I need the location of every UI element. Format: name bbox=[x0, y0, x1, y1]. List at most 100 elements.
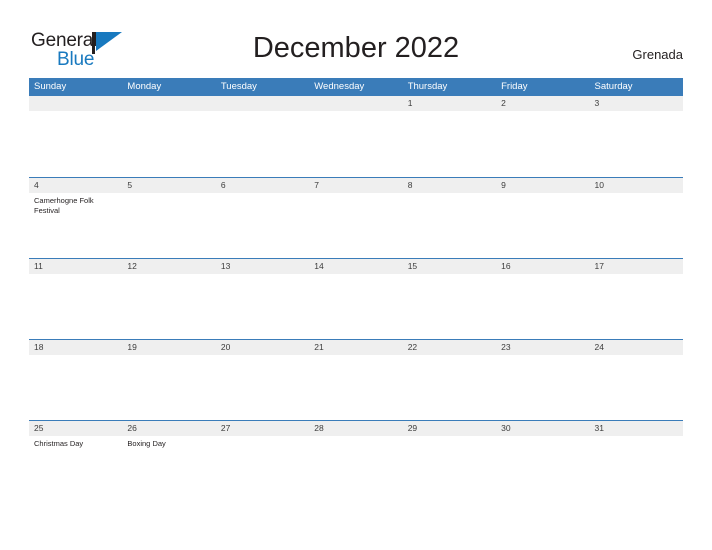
day-number[interactable]: 5 bbox=[122, 178, 215, 193]
day-number-band: 18 19 20 21 22 23 24 bbox=[29, 340, 683, 355]
day-number[interactable]: 7 bbox=[309, 178, 402, 193]
day-cell bbox=[590, 274, 683, 339]
calendar-week-row: 11 12 13 14 15 16 17 bbox=[29, 258, 683, 339]
country-label: Grenada bbox=[632, 47, 683, 62]
day-cell bbox=[590, 355, 683, 420]
day-number[interactable]: 29 bbox=[403, 421, 496, 436]
weekday-header-saturday: Saturday bbox=[594, 81, 633, 92]
day-number[interactable]: 27 bbox=[216, 421, 309, 436]
day-cell bbox=[309, 111, 402, 176]
day-number[interactable]: 15 bbox=[403, 259, 496, 274]
day-number bbox=[309, 96, 402, 111]
day-number[interactable]: 11 bbox=[29, 259, 122, 274]
day-number[interactable]: 3 bbox=[590, 96, 683, 111]
day-cell bbox=[496, 436, 589, 501]
weekday-header-friday: Friday bbox=[501, 81, 528, 92]
day-event-label: Christmas Day bbox=[34, 439, 84, 448]
day-cell: Christmas Day bbox=[29, 436, 122, 501]
day-cell bbox=[122, 193, 215, 258]
day-event-label: Boxing Day bbox=[127, 439, 166, 448]
day-number bbox=[29, 96, 122, 111]
day-cell bbox=[309, 274, 402, 339]
day-number[interactable]: 30 bbox=[496, 421, 589, 436]
day-cell bbox=[496, 111, 589, 176]
day-number[interactable]: 22 bbox=[403, 340, 496, 355]
day-number[interactable]: 18 bbox=[29, 340, 122, 355]
day-number-band: 11 12 13 14 15 16 17 bbox=[29, 259, 683, 274]
day-number[interactable]: 26 bbox=[122, 421, 215, 436]
day-cell bbox=[496, 193, 589, 258]
day-number bbox=[216, 96, 309, 111]
day-cell: Boxing Day bbox=[122, 436, 215, 501]
day-number[interactable]: 6 bbox=[216, 178, 309, 193]
day-number[interactable]: 19 bbox=[122, 340, 215, 355]
day-cell bbox=[496, 274, 589, 339]
day-cell bbox=[403, 274, 496, 339]
day-cell bbox=[403, 355, 496, 420]
page-title: December 2022 bbox=[252, 32, 460, 64]
calendar-week-row: 4 5 6 7 8 9 10 Camerhogne Folk Festival bbox=[29, 177, 683, 258]
calendar-week-row: 25 26 27 28 29 30 31 Christmas Day Boxing Day bbox=[29, 420, 683, 501]
day-events-band bbox=[29, 355, 683, 420]
day-number-band: 123 bbox=[29, 96, 683, 111]
day-cell bbox=[216, 111, 309, 176]
day-number bbox=[122, 96, 215, 111]
day-events-band: Camerhogne Folk Festival bbox=[29, 193, 683, 258]
weekday-header-sunday: Sunday bbox=[34, 81, 67, 92]
day-cell bbox=[590, 111, 683, 176]
day-number[interactable]: 8 bbox=[403, 178, 496, 193]
day-cell bbox=[216, 274, 309, 339]
day-number[interactable]: 31 bbox=[590, 421, 683, 436]
calendar-week-row: 123 bbox=[29, 96, 683, 177]
day-cell bbox=[122, 274, 215, 339]
day-number[interactable]: 16 bbox=[496, 259, 589, 274]
day-number[interactable]: 23 bbox=[496, 340, 589, 355]
calendar-grid: Sunday Monday Tuesday Wednesday Thursday… bbox=[29, 78, 683, 501]
day-cell bbox=[496, 355, 589, 420]
day-number[interactable]: 17 bbox=[590, 259, 683, 274]
day-number[interactable]: 21 bbox=[309, 340, 402, 355]
day-number[interactable]: 25 bbox=[29, 421, 122, 436]
day-cell bbox=[216, 355, 309, 420]
calendar-weeks: 1 2 3 4 5 6 7 8 9 10 Camerhogne Folk Festival 11 12 1… bbox=[29, 96, 683, 501]
day-number-band: 4 5 6 7 8 9 10 bbox=[29, 178, 683, 193]
day-number[interactable]: 28 bbox=[309, 421, 402, 436]
day-event-label: Camerhogne Folk Festival bbox=[34, 196, 94, 215]
day-cell bbox=[309, 193, 402, 258]
day-cell: Camerhogne Folk Festival bbox=[29, 193, 122, 258]
day-number[interactable]: 10 bbox=[590, 178, 683, 193]
day-number[interactable]: 14 bbox=[309, 259, 402, 274]
day-number[interactable]: 20 bbox=[216, 340, 309, 355]
day-cell bbox=[403, 193, 496, 258]
day-cell bbox=[29, 274, 122, 339]
calendar-week-row: 18 19 20 21 22 23 24 bbox=[29, 339, 683, 420]
calendar-page: General Blue December 2022 Grenada Sunda… bbox=[0, 0, 712, 550]
day-cell bbox=[403, 111, 496, 176]
day-events-band: Christmas Day Boxing Day bbox=[29, 436, 683, 501]
day-number[interactable]: 9 bbox=[496, 178, 589, 193]
weekday-header-thursday: Thursday bbox=[407, 81, 448, 92]
day-number[interactable]: 2 bbox=[496, 96, 589, 111]
day-cell bbox=[29, 111, 122, 176]
weekday-header-monday: Monday bbox=[127, 81, 162, 92]
weekday-header-wednesday: Wednesday bbox=[314, 81, 365, 92]
day-events-band bbox=[29, 274, 683, 339]
day-cell bbox=[29, 355, 122, 420]
day-cell bbox=[309, 436, 402, 501]
day-cell bbox=[590, 436, 683, 501]
day-number-band: 25 26 27 28 29 30 31 bbox=[29, 421, 683, 436]
day-cell bbox=[216, 436, 309, 501]
day-cell bbox=[309, 355, 402, 420]
day-number[interactable]: 24 bbox=[590, 340, 683, 355]
day-events-band bbox=[29, 111, 683, 176]
day-number[interactable]: 13 bbox=[216, 259, 309, 274]
page-header: General Blue December 2022 Grenada bbox=[0, 0, 712, 78]
day-cell bbox=[122, 355, 215, 420]
day-number[interactable]: 12 bbox=[122, 259, 215, 274]
day-cell bbox=[590, 193, 683, 258]
day-cell bbox=[403, 436, 496, 501]
weekday-header-tuesday: Tuesday bbox=[220, 81, 257, 92]
day-cell bbox=[122, 111, 215, 176]
day-number[interactable]: 1 bbox=[403, 96, 496, 111]
day-number[interactable]: 4 bbox=[29, 178, 122, 193]
